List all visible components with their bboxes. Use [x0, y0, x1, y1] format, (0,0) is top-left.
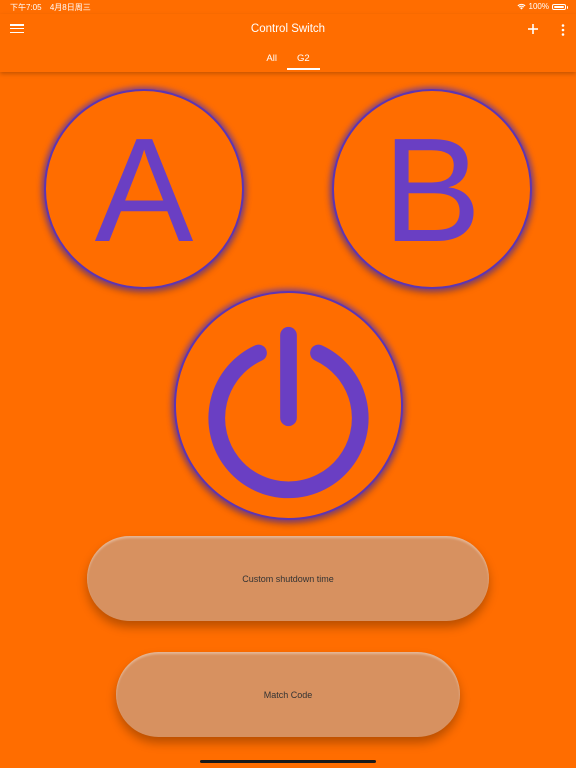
tab-bar: All G2	[0, 50, 576, 70]
status-time: 下午7:05	[10, 3, 42, 12]
app-bar: Control Switch All G2	[0, 14, 576, 72]
power-button[interactable]	[174, 291, 403, 520]
custom-shutdown-label: Custom shutdown time	[242, 573, 334, 584]
tab-g2[interactable]: G2	[286, 50, 320, 70]
status-date: 4月8日周三	[49, 3, 91, 12]
battery-percent: 100%	[528, 2, 549, 11]
battery-icon	[552, 3, 568, 10]
match-code-button[interactable]: Match Code	[116, 652, 460, 737]
home-indicator	[200, 760, 376, 763]
battery-tip	[566, 5, 568, 9]
power-icon	[208, 326, 369, 499]
button-a-label: A	[94, 108, 194, 273]
button-a[interactable]: A	[44, 89, 244, 289]
status-left: 下午7:05 4月8日周三	[10, 2, 97, 13]
page-title: Control Switch	[250, 23, 326, 35]
button-b-label: B	[382, 108, 482, 273]
tab-all[interactable]: All	[256, 50, 287, 70]
button-b[interactable]: B	[332, 89, 532, 289]
match-code-label: Match Code	[263, 689, 313, 700]
battery-fill	[554, 5, 564, 8]
wifi-icon	[517, 3, 526, 10]
status-bar: 下午7:05 4月8日周三 100%	[0, 0, 576, 14]
status-right: 100%	[517, 2, 568, 11]
custom-shutdown-button[interactable]: Custom shutdown time	[87, 536, 489, 621]
more-vertical-icon[interactable]	[559, 23, 567, 37]
add-icon[interactable]	[526, 22, 540, 36]
